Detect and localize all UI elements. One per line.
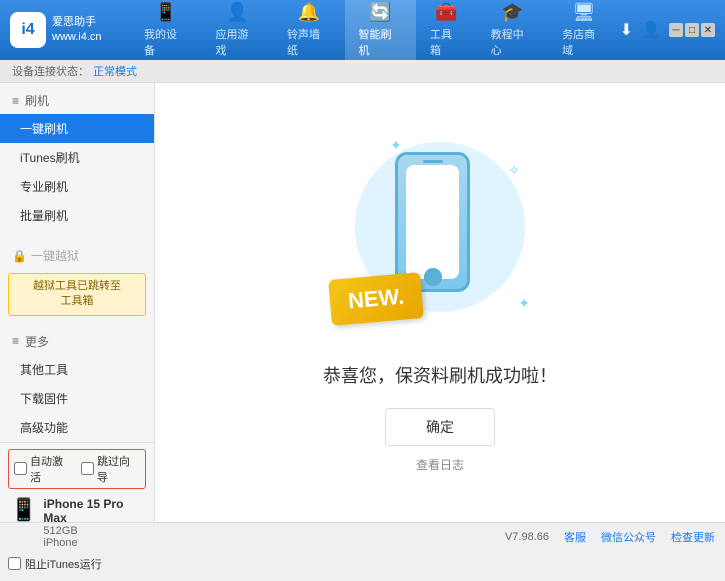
check-update-link[interactable]: 检查更新: [671, 529, 715, 545]
breadcrumb-status: 正常模式: [93, 63, 137, 79]
sidebar-section-header-flash: ≡ 刷机: [0, 87, 154, 114]
restore-button[interactable]: □: [685, 23, 699, 37]
apps-games-icon: 👤: [226, 2, 248, 23]
sidebar-item-one-key-flash[interactable]: 一键刷机: [0, 114, 154, 143]
sidebar: ≡ 刷机 一键刷机 iTunes刷机 专业刷机 批量刷机 🔒 一键越狱 越狱工具…: [0, 83, 155, 522]
nav-tab-label-my-device: 我的设备: [144, 26, 188, 58]
success-illustration: NEW. ✦ ✧ ✦: [340, 132, 540, 352]
minimize-button[interactable]: ─: [669, 23, 683, 37]
nav-tab-label-smart-flash: 智能刷机: [359, 26, 403, 58]
my-device-icon: 📱: [155, 2, 177, 23]
tutorials-icon: 🎓: [501, 2, 523, 23]
customer-service-link[interactable]: 客服: [564, 529, 586, 545]
nav-tab-toolbox[interactable]: 🧰 工具箱: [416, 0, 477, 64]
sidebar-item-advanced[interactable]: 高级功能: [0, 413, 154, 442]
nav-tab-label-tutorials: 教程中心: [491, 26, 535, 58]
device-details: iPhone 15 Pro Max 512GB iPhone: [43, 497, 144, 549]
auto-activate-label[interactable]: 自动激活: [14, 453, 73, 485]
toolbox-icon: 🧰: [435, 2, 457, 23]
device-name: iPhone 15 Pro Max: [43, 497, 144, 525]
sidebar-item-batch-flash[interactable]: 批量刷机: [0, 201, 154, 230]
device-info: 📱 iPhone 15 Pro Max 512GB iPhone: [8, 493, 146, 553]
sidebar-item-download-firmware[interactable]: 下载固件: [0, 384, 154, 413]
sidebar-item-other-tools[interactable]: 其他工具: [0, 355, 154, 384]
view-log-link[interactable]: 查看日志: [416, 456, 464, 473]
user-button[interactable]: 👤: [641, 20, 661, 40]
sidebar-warning-box: 越狱工具已跳转至 工具箱: [8, 273, 146, 316]
smart-flash-icon: 🔄: [369, 2, 391, 23]
download-button[interactable]: ⬇: [620, 20, 633, 40]
nav-tab-label-service: 务店商域: [562, 26, 606, 58]
header-right: ⬇ 👤 ─ □ ✕: [620, 20, 715, 40]
nav-tab-smart-flash[interactable]: 🔄 智能刷机: [345, 0, 417, 64]
device-type: iPhone: [43, 537, 144, 549]
nav-tab-service[interactable]: 🖥 务店商域: [548, 0, 620, 64]
sidebar-item-itunes-flash[interactable]: iTunes刷机: [0, 143, 154, 172]
main: ≡ 刷机 一键刷机 iTunes刷机 专业刷机 批量刷机 🔒 一键越狱 越狱工具…: [0, 83, 725, 522]
phone-screen: [406, 165, 459, 279]
itunes-row: 阻止iTunes运行: [8, 553, 146, 575]
logo-text: 爱思助手 www.i4.cn: [52, 15, 102, 46]
breadcrumb-label: 设备连接状态：: [12, 63, 89, 79]
device-bottom: 自动激活 跳过向导 📱 iPhone 15 Pro Max 512GB iPho…: [0, 442, 154, 581]
logo-area: i4 爱思助手 www.i4.cn: [10, 12, 130, 48]
nav-tab-apps-games[interactable]: 👤 应用游戏: [202, 0, 274, 64]
star-decoration-2: ✧: [508, 162, 520, 179]
logo-icon: i4: [10, 12, 46, 48]
new-badge: NEW.: [328, 272, 424, 326]
content-area: NEW. ✦ ✧ ✦ 恭喜您，保资料刷机成功啦！ 确定 查看日志: [155, 83, 725, 522]
logo-letter: i4: [21, 21, 34, 39]
lock-icon: 🔒: [12, 249, 27, 263]
nav-tab-label-toolbox: 工具箱: [430, 26, 463, 58]
header: i4 爱思助手 www.i4.cn 📱 我的设备 👤 应用游戏 🔔 铃声墙纸 🔄…: [0, 0, 725, 60]
win-controls: ─ □ ✕: [669, 23, 715, 37]
block-itunes-checkbox[interactable]: [8, 557, 21, 570]
service-icon: 🖥: [572, 2, 595, 23]
flash-section-icon: ≡: [12, 94, 19, 108]
star-decoration-3: ✦: [518, 295, 530, 312]
ringtones-icon: 🔔: [298, 2, 320, 23]
device-phone-icon: 📱: [10, 497, 37, 523]
phone-speaker: [423, 160, 443, 163]
nav-tab-my-device[interactable]: 📱 我的设备: [130, 0, 202, 64]
nav-tab-tutorials[interactable]: 🎓 教程中心: [477, 0, 549, 64]
sidebar-disabled-jailbreak: 🔒 一键越狱: [0, 242, 154, 269]
version-label: V7.98.66: [505, 531, 549, 543]
phone-mockup: [395, 152, 470, 292]
confirm-button[interactable]: 确定: [385, 408, 495, 446]
more-icon: ≡: [12, 334, 19, 348]
nav-tab-ringtones[interactable]: 🔔 铃声墙纸: [273, 0, 345, 64]
guided-setup-label[interactable]: 跳过向导: [81, 453, 140, 485]
nav-tab-label-ringtones: 铃声墙纸: [287, 26, 331, 58]
auto-row: 自动激活 跳过向导: [8, 449, 146, 489]
sidebar-more-header: ≡ 更多: [0, 328, 154, 355]
nav-tab-label-apps-games: 应用游戏: [216, 26, 260, 58]
phone-home-button: [424, 268, 442, 286]
star-decoration-1: ✦: [390, 137, 402, 154]
status-right: V7.98.66 客服 微信公众号 检查更新: [505, 529, 715, 545]
wechat-link[interactable]: 微信公众号: [601, 529, 656, 545]
auto-activate-checkbox[interactable]: [14, 462, 27, 475]
sidebar-item-pro-flash[interactable]: 专业刷机: [0, 172, 154, 201]
success-text: 恭喜您，保资料刷机成功啦！: [323, 362, 557, 388]
close-button[interactable]: ✕: [701, 23, 715, 37]
guided-setup-checkbox[interactable]: [81, 462, 94, 475]
sidebar-section-flash: ≡ 刷机 一键刷机 iTunes刷机 专业刷机 批量刷机: [0, 83, 154, 234]
nav-tabs: 📱 我的设备 👤 应用游戏 🔔 铃声墙纸 🔄 智能刷机 🧰 工具箱 🎓 教程中心…: [130, 0, 620, 64]
